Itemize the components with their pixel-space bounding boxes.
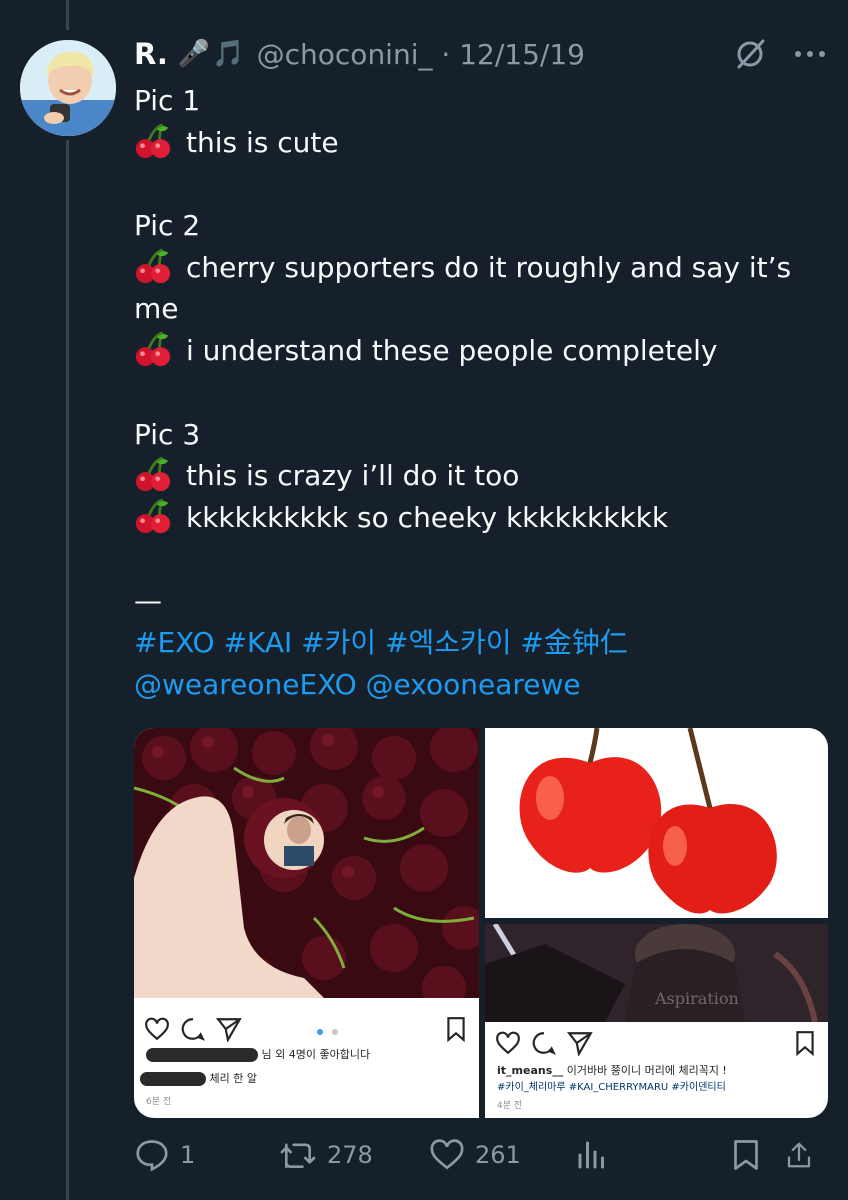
ig-caption-line: it_means__ 이거바바 쭁이니 머리에 체리꼭지 ! — [497, 1062, 727, 1078]
ig-comment-icon[interactable] — [531, 1030, 557, 1056]
ig-share-icon[interactable] — [216, 1016, 242, 1042]
media-image-1[interactable]: 님 외 4명이 좋아합니다 체리 한 알 6분 전 — [134, 728, 486, 1118]
tweet-actions: 1 278 261 — [134, 1135, 828, 1175]
tweet-line: this is crazy i’ll do it too — [134, 455, 824, 497]
ig-hashtags[interactable]: #카이_체리마루 #KAI_CHERRYMARU #카이덴티티 — [497, 1078, 726, 1093]
media-grid[interactable]: 님 외 4명이 좋아합니다 체리 한 알 6분 전 Aspiration it_… — [134, 728, 828, 1118]
tweet-line: — — [134, 580, 824, 622]
ig-carousel-dots — [252, 1020, 443, 1039]
share-button[interactable] — [784, 1137, 824, 1173]
mentions[interactable]: @weareoneEXO @exoonearewe — [134, 664, 824, 706]
shirt-text: Aspiration — [654, 989, 739, 1008]
cherry-emoji-icon — [135, 123, 171, 158]
tweet-line-text: Pic 1 — [134, 84, 201, 117]
author-handle[interactable]: @choconini_ · 12/15/19 — [257, 38, 585, 71]
tweet-line-text: kkkkkkkkkk so cheeky kkkkkkkkkk — [186, 500, 669, 534]
ig-username[interactable]: it_means__ — [497, 1064, 563, 1077]
ig-comment-text: 체리 한 알 — [209, 1072, 257, 1085]
ig-actions-right — [485, 1028, 828, 1058]
reply-icon — [136, 1140, 168, 1172]
ig-likes-line: 님 외 4명이 좋아합니다 — [146, 1046, 370, 1062]
cherry-emoji-icon — [135, 498, 171, 533]
heart-icon — [430, 1139, 464, 1170]
tweet-line — [134, 539, 824, 581]
handle-text[interactable]: @choconini_ — [257, 38, 433, 71]
redaction — [140, 1072, 206, 1086]
ig-time-right: 4분 전 — [497, 1101, 523, 1111]
tweet-line: Pic 3 — [134, 414, 824, 456]
avatar[interactable] — [20, 40, 116, 136]
tweet-line-text: this is crazy i’ll do it too — [186, 459, 520, 493]
tweet-line — [134, 163, 824, 205]
tweet-line: this is cute — [134, 122, 824, 164]
reply-button[interactable]: 1 — [134, 1137, 279, 1173]
cherries-photo — [485, 728, 828, 918]
tweet-line: cherry supporters do it roughly and say … — [134, 247, 824, 289]
cherry-hand-photo — [134, 728, 486, 1010]
author-name-emoji: 🎤🎵 — [177, 39, 247, 69]
reply-count: 1 — [180, 1141, 196, 1169]
views-button[interactable] — [574, 1137, 728, 1173]
thread-line-top — [66, 0, 69, 30]
bookmark-button[interactable] — [728, 1137, 784, 1173]
tweet-header: R. 🎤🎵 @choconini_ · 12/15/19 — [134, 34, 830, 74]
tweet-line-text: i understand these people completely — [186, 334, 718, 368]
like-count: 261 — [475, 1141, 521, 1169]
tweet-line-text: Pic 3 — [134, 417, 201, 451]
thread-line — [66, 140, 69, 1200]
retweet-count: 278 — [327, 1141, 373, 1169]
tweet-line: i understand these people completely — [134, 330, 824, 372]
ig-caption: 이거바바 쭁이니 머리에 체리꼭지 ! — [566, 1064, 727, 1077]
ig-time-left: 6분 전 — [146, 1097, 172, 1107]
grok-icon[interactable] — [730, 34, 770, 74]
ig-bookmark-icon[interactable] — [443, 1016, 469, 1042]
ig-heart-icon[interactable] — [144, 1016, 170, 1042]
ig-comment-icon[interactable] — [180, 1016, 206, 1042]
tweet-line — [134, 372, 824, 414]
like-button[interactable]: 261 — [429, 1137, 574, 1173]
tweet-line: Pic 2 — [134, 205, 824, 247]
bookmark-icon — [734, 1140, 758, 1170]
ig-likes-text: 님 외 4명이 좋아합니다 — [261, 1048, 371, 1061]
cherry-emoji-icon — [135, 331, 171, 367]
tweet-date[interactable]: · 12/15/19 — [441, 38, 585, 71]
ig-bookmark-icon[interactable] — [792, 1030, 818, 1056]
cherry-emoji-icon — [135, 248, 171, 283]
ig-actions-left — [134, 1014, 479, 1044]
redaction — [146, 1048, 258, 1062]
tweet-line-text: this is cute — [186, 125, 339, 159]
ig-comment-line: 체리 한 알 — [140, 1070, 257, 1086]
more-options-icon[interactable] — [790, 34, 830, 74]
performer-photo: Aspiration — [485, 922, 828, 1024]
tweet-line-text: me — [134, 292, 179, 326]
tweet-line-text: — — [134, 584, 162, 618]
views-icon — [578, 1141, 604, 1169]
retweet-icon — [280, 1143, 316, 1169]
tweet-text: Pic 1 this is cute Pic 2 cherry supporters … — [134, 80, 824, 705]
ig-heart-icon[interactable] — [495, 1030, 521, 1056]
tweet-line: me — [134, 288, 824, 330]
cherry-emoji-icon — [135, 456, 171, 492]
tweet-line: kkkkkkkkkk so cheeky kkkkkkkkkk — [134, 497, 824, 539]
tweet-line-text: cherry supporters do it roughly and say … — [186, 250, 792, 284]
share-icon — [787, 1142, 811, 1168]
author-name[interactable]: R. — [134, 37, 168, 71]
tweet-line: Pic 1 — [134, 80, 824, 122]
media-image-2[interactable] — [485, 728, 828, 918]
ig-share-icon[interactable] — [567, 1030, 593, 1056]
hashtags[interactable]: #EXO #KAI #카이 #엑소카이 #金钟仁 — [134, 622, 824, 664]
tweet-line-text: Pic 2 — [134, 209, 201, 243]
retweet-button[interactable]: 278 — [279, 1137, 429, 1173]
media-image-3[interactable]: Aspiration it_means__ 이거바바 쭁이니 머리에 체리꼭지 … — [485, 922, 828, 1118]
